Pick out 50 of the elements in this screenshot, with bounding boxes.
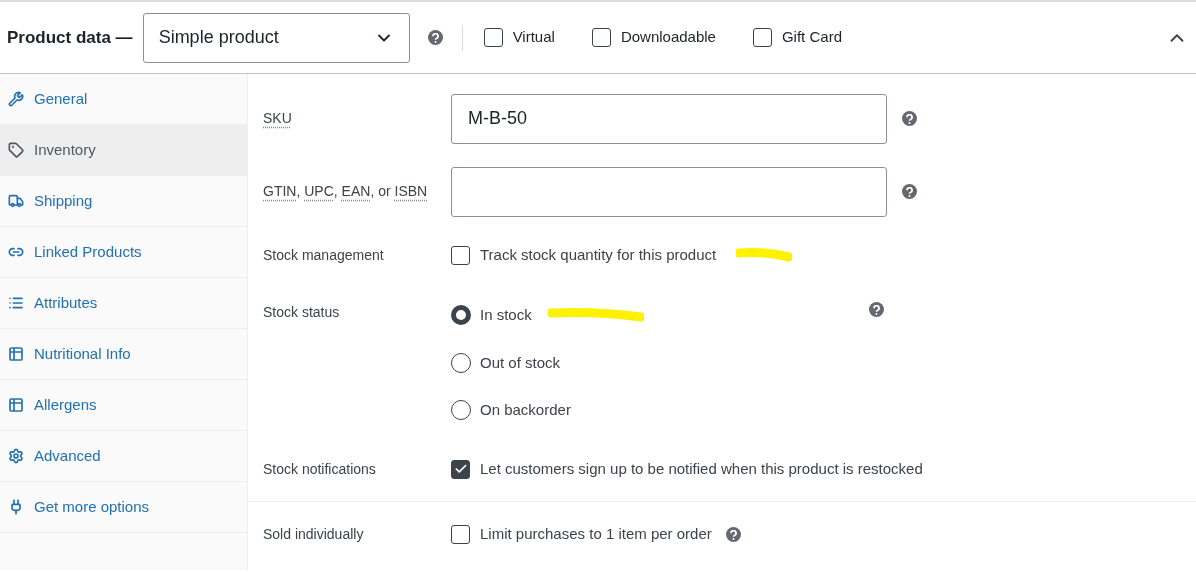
option-label: Downloadable: [620, 27, 716, 48]
panel-title: Product data —: [7, 26, 133, 49]
radio-button[interactable]: [451, 352, 471, 373]
plug-icon: [8, 499, 24, 515]
checkbox[interactable]: [451, 459, 470, 479]
option-checkbox[interactable]: [752, 28, 772, 47]
sidebar-tab[interactable]: Attributes: [0, 278, 247, 329]
sidebar-tab[interactable]: Advanced: [0, 431, 247, 482]
option-label: Virtual: [512, 27, 555, 48]
sidebar-tab[interactable]: Shipping: [0, 176, 247, 227]
help-icon[interactable]: [902, 184, 917, 199]
check-icon: [453, 462, 468, 476]
field-label: Sold individually: [263, 525, 365, 544]
radio-label: Out of stock: [480, 352, 561, 373]
option-label: Gift Card: [781, 27, 842, 48]
sidebar-tab[interactable]: Inventory: [0, 125, 247, 176]
field-label: Stock notifications: [263, 459, 377, 479]
sidebar-tab[interactable]: Allergens: [0, 380, 247, 431]
help-icon[interactable]: [725, 527, 741, 542]
help-icon[interactable]: [902, 111, 917, 126]
option-checkbox[interactable]: [591, 28, 611, 47]
text-input[interactable]: [451, 166, 887, 217]
gear-icon: [8, 448, 24, 464]
product-type-select[interactable]: Simple product: [142, 12, 410, 63]
sidebar-tab[interactable]: Nutritional Info: [0, 329, 247, 380]
checkbox[interactable]: [451, 525, 470, 544]
sidebar-tab[interactable]: Get more options: [0, 482, 247, 533]
field-label: Stock management: [263, 245, 385, 265]
radio-button[interactable]: [451, 305, 471, 326]
table-icon: [8, 346, 24, 362]
table-icon: [8, 397, 24, 413]
field-label: SKU: [263, 109, 293, 128]
radio-button[interactable]: [451, 400, 471, 421]
help-icon[interactable]: [869, 302, 884, 317]
tag-icon: [8, 142, 24, 158]
option-checkbox[interactable]: [483, 28, 503, 47]
help-icon[interactable]: [427, 30, 443, 45]
text-input[interactable]: M-B-50: [451, 93, 887, 144]
checkbox[interactable]: [451, 245, 470, 265]
wrench-icon: [8, 91, 24, 107]
checkbox-label: Limit purchases to 1 item per order: [480, 524, 712, 545]
field-label: GTIN, UPC, EAN, or ISBN: [263, 182, 429, 201]
list-icon: [8, 295, 24, 311]
truck-icon: [8, 193, 24, 209]
checkbox-label: Track stock quantity for this product: [480, 244, 717, 265]
checkbox-label: Let customers sign up to be notified when this product is restocked: [480, 458, 923, 479]
radio-label: In stock: [480, 305, 532, 325]
field-label: Stock status: [263, 303, 341, 322]
sidebar-tab[interactable]: Linked Products: [0, 227, 247, 278]
radio-label: On backorder: [480, 400, 571, 420]
